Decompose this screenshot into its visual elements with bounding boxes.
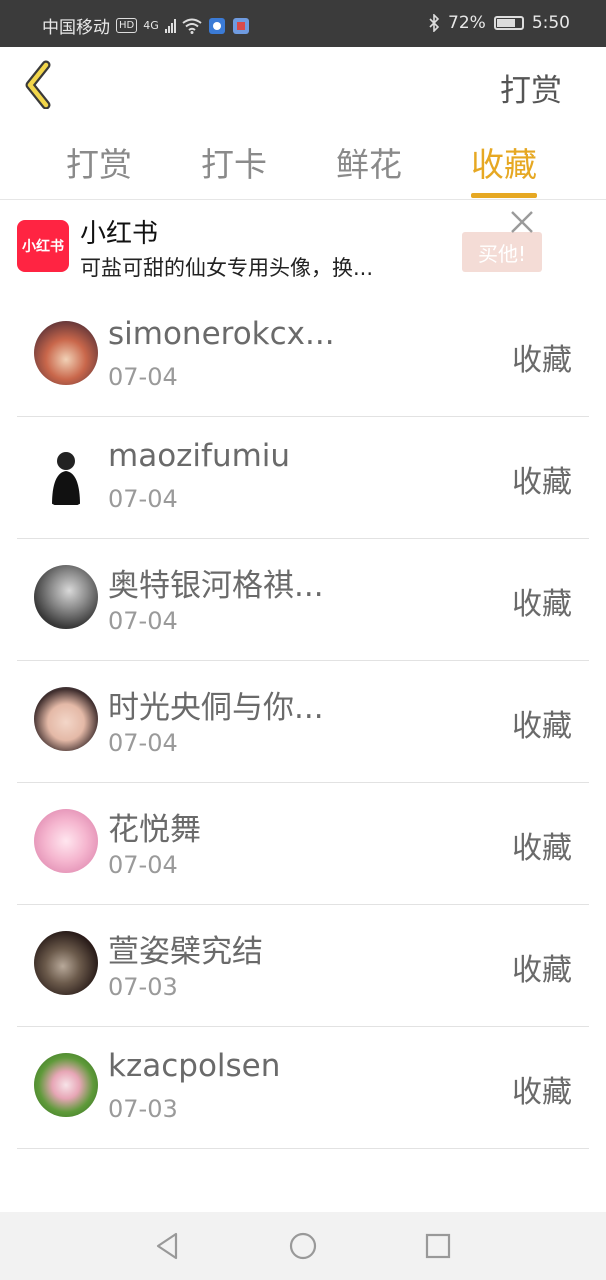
ad-buy-button[interactable]: 买他! [462, 232, 542, 272]
entry-action: 收藏 [512, 953, 572, 988]
avatar[interactable] [34, 321, 98, 385]
clock: 5:50 [531, 13, 570, 33]
favorites-list: simonerokcx... 07-04 收藏 maozifumiu 07-04… [17, 295, 589, 1149]
entry-date: 07-04 [108, 363, 178, 391]
avatar[interactable] [34, 809, 98, 873]
back-button[interactable] [20, 59, 64, 110]
list-item[interactable]: 萱姿檗究结 07-03 收藏 [17, 905, 589, 1027]
wifi-icon [182, 18, 202, 34]
ad-banner[interactable]: 小红书 小红书 可盐可甜的仙女专用头像，换... 买他! [0, 200, 606, 295]
ad-description: 可盐可甜的仙女专用头像，换... [80, 256, 374, 280]
entry-date: 07-03 [108, 1095, 178, 1123]
avatar[interactable] [34, 443, 98, 507]
tab-label: 打卡 [201, 145, 267, 184]
user-name: 花悦舞 [108, 812, 201, 848]
user-name: 奥特银河格祺... [108, 568, 324, 604]
network-type: 4G [143, 19, 159, 32]
app-notification-icon-2 [232, 17, 249, 34]
battery-percent: 72% [448, 13, 486, 33]
entry-date: 07-03 [108, 973, 178, 1001]
status-left: 中国移动 HD 4G [42, 13, 250, 38]
entry-action: 收藏 [512, 465, 572, 500]
entry-date: 07-04 [108, 851, 178, 879]
home-circle-icon[interactable] [287, 1230, 319, 1262]
list-item[interactable]: kzacpolsen 07-03 收藏 [17, 1027, 589, 1149]
entry-action: 收藏 [512, 1075, 572, 1110]
tab-reward[interactable]: 打赏 [66, 138, 132, 198]
tab-flowers[interactable]: 鲜花 [336, 138, 402, 198]
avatar[interactable] [34, 931, 98, 995]
close-icon[interactable] [508, 208, 536, 236]
back-triangle-icon[interactable] [152, 1230, 184, 1262]
entry-action: 收藏 [512, 587, 572, 622]
user-name: kzacpolsen [108, 1048, 281, 1084]
hd-badge: HD [116, 18, 138, 33]
list-item[interactable]: maozifumiu 07-04 收藏 [17, 417, 589, 539]
tab-label: 收藏 [471, 145, 537, 184]
carrier-name: 中国移动 [42, 18, 110, 38]
avatar[interactable] [34, 1053, 98, 1117]
tab-label: 打赏 [66, 145, 132, 184]
signal-icon [164, 18, 176, 33]
entry-date: 07-04 [108, 607, 178, 635]
entry-date: 07-04 [108, 485, 178, 513]
entry-action: 收藏 [512, 831, 572, 866]
bluetooth-icon [429, 14, 440, 32]
recents-square-icon[interactable] [422, 1230, 454, 1262]
entry-date: 07-04 [108, 729, 178, 757]
user-name: 时光央侗与你... [108, 690, 324, 726]
tab-checkin[interactable]: 打卡 [201, 138, 267, 198]
header: 打赏 [0, 47, 606, 122]
avatar[interactable] [34, 687, 98, 751]
list-item[interactable]: 花悦舞 07-04 收藏 [17, 783, 589, 905]
user-name: maozifumiu [108, 438, 291, 474]
ad-title: 小红书 [80, 219, 159, 249]
tab-label: 鲜花 [336, 145, 402, 184]
entry-action: 收藏 [512, 709, 572, 744]
status-bar: 中国移动 HD 4G 72% 5:50 [0, 0, 606, 47]
user-name: 萱姿檗究结 [108, 934, 263, 970]
list-item[interactable]: 时光央侗与你... 07-04 收藏 [17, 661, 589, 783]
system-nav-bar [0, 1212, 606, 1280]
reward-button[interactable]: 打赏 [500, 65, 562, 110]
chevron-left-icon [25, 60, 51, 110]
entry-action: 收藏 [512, 343, 572, 378]
battery-icon [493, 16, 524, 30]
status-right: 72% 5:50 [428, 13, 570, 33]
tab-bar: 打赏 打卡 鲜花 收藏 [0, 122, 606, 200]
app-notification-icon [208, 17, 225, 34]
ad-logo: 小红书 [17, 220, 69, 272]
tab-favorites[interactable]: 收藏 [471, 138, 537, 198]
user-name: simonerokcx... [108, 316, 335, 352]
list-item[interactable]: 奥特银河格祺... 07-04 收藏 [17, 539, 589, 661]
avatar[interactable] [34, 565, 98, 629]
list-item[interactable]: simonerokcx... 07-04 收藏 [17, 295, 589, 417]
active-tab-indicator [471, 193, 537, 198]
